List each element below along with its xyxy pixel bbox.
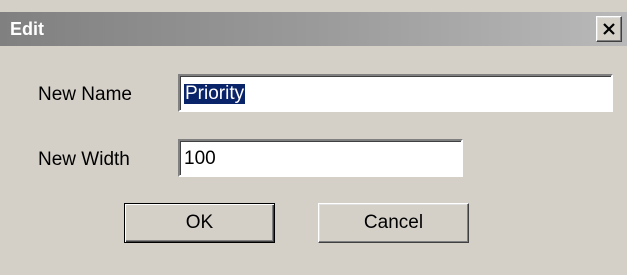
close-button[interactable]: [596, 16, 622, 42]
close-icon: [603, 23, 615, 35]
edit-dialog: Edit New Name Priority New Width 100 OK …: [0, 0, 627, 275]
cancel-button[interactable]: Cancel: [318, 203, 469, 243]
new-width-label: New Width: [38, 149, 130, 170]
new-name-input[interactable]: Priority: [178, 74, 613, 112]
new-name-value: Priority: [184, 83, 246, 104]
dialog-title: Edit: [10, 19, 44, 39]
new-name-label: New Name: [38, 84, 132, 105]
title-bar[interactable]: Edit: [0, 12, 627, 46]
new-width-input[interactable]: 100: [178, 139, 463, 177]
ok-button[interactable]: OK: [124, 203, 275, 243]
new-width-value: 100: [184, 148, 216, 169]
